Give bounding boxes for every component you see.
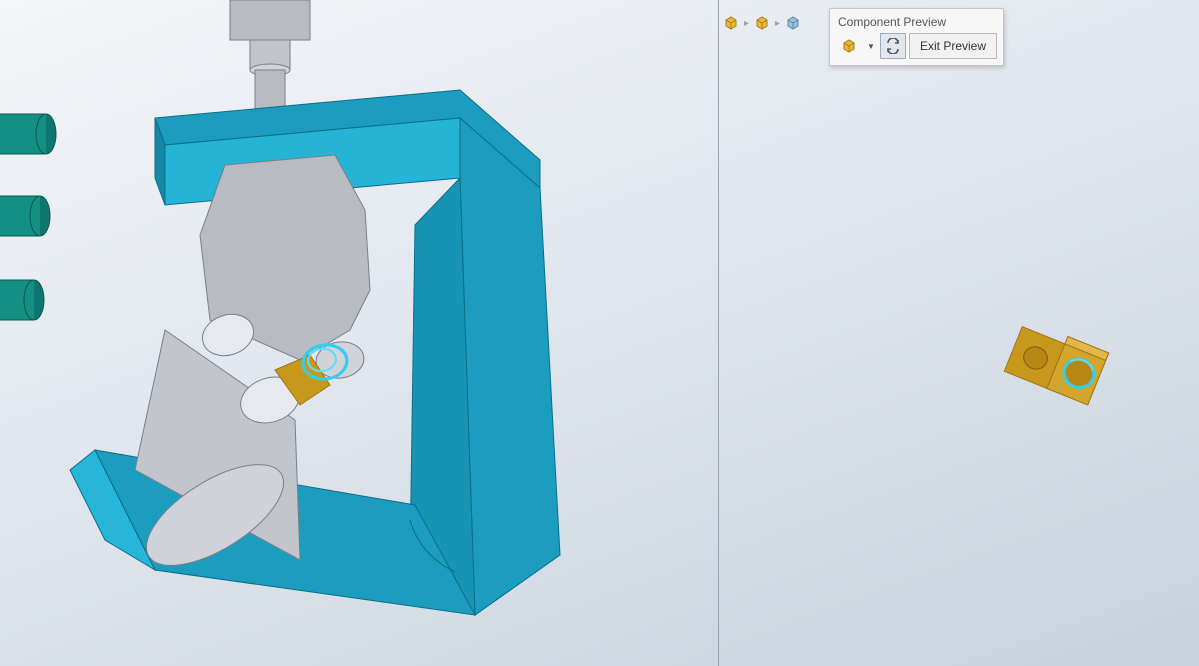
pin-2[interactable] [0, 196, 50, 236]
component-preview-viewport[interactable]: ▸ ▸ Component Preview ▼ [719, 0, 1199, 666]
pin-1[interactable] [0, 114, 56, 154]
preview-part[interactable] [719, 0, 1199, 666]
main-viewport[interactable] [0, 0, 718, 666]
assembly-model[interactable] [0, 0, 718, 666]
pin-3[interactable] [0, 280, 44, 320]
